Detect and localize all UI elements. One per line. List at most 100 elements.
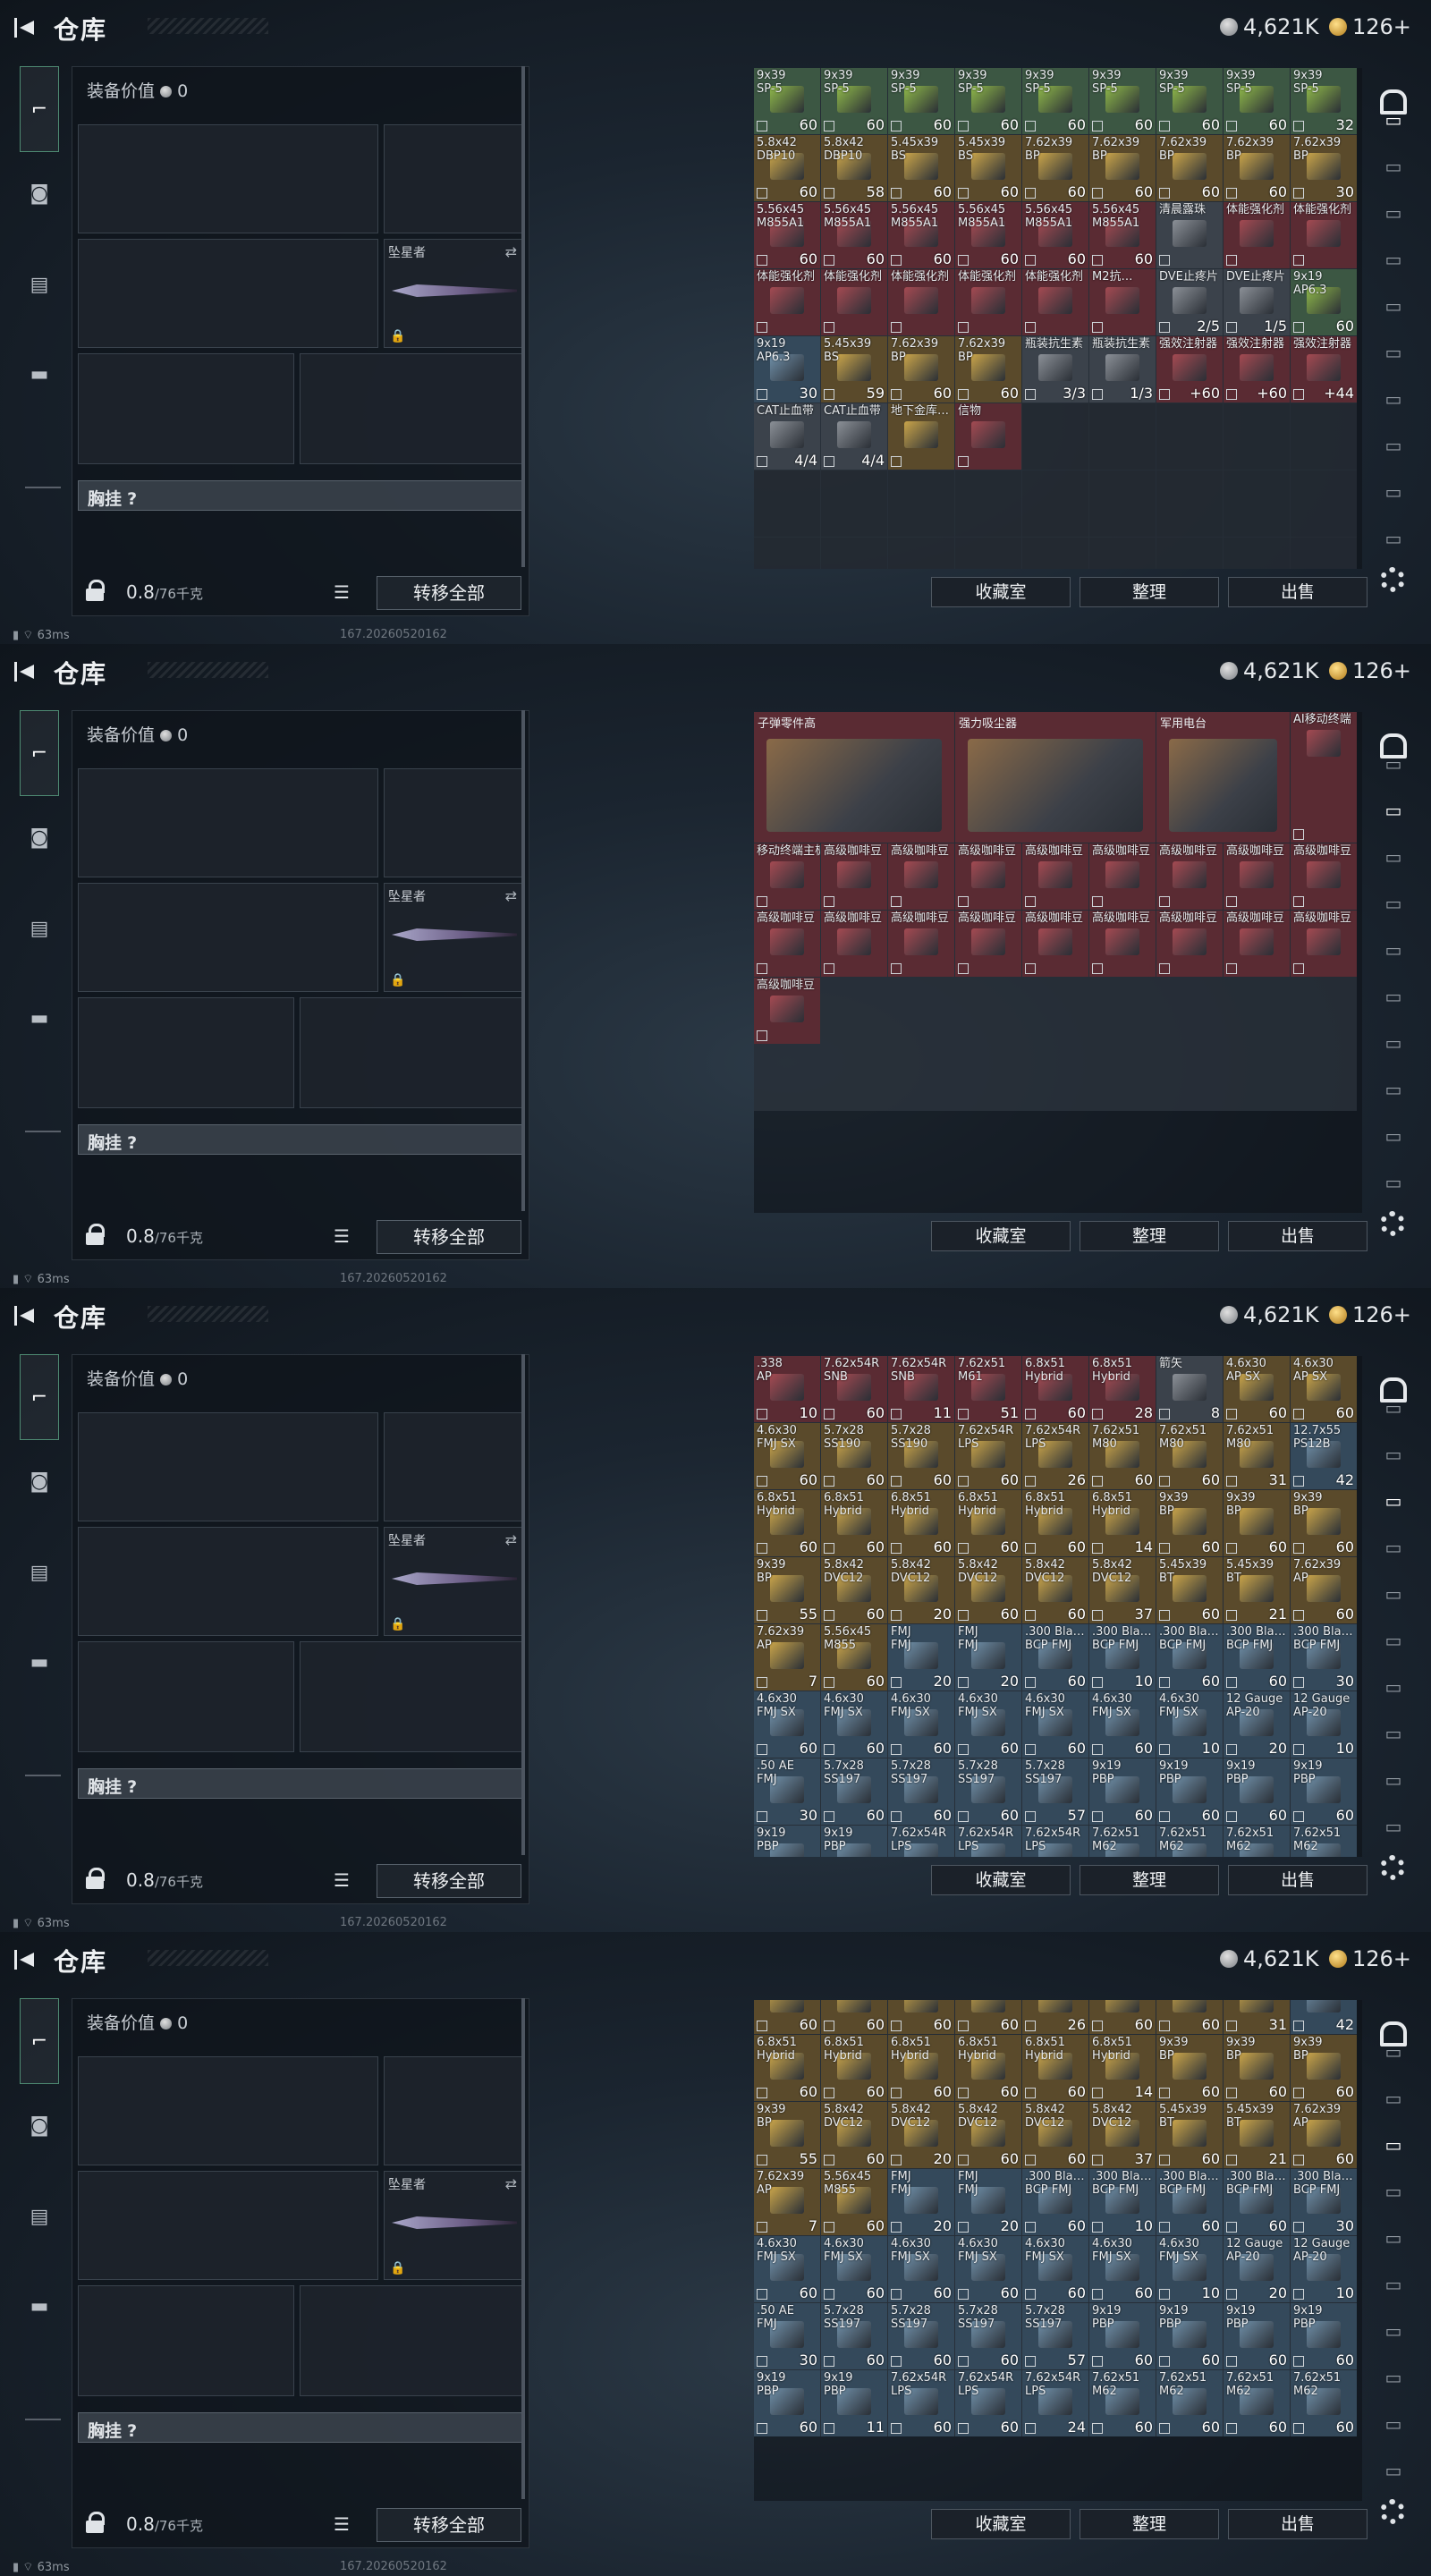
stash-item-cell[interactable]: 5.8x42 DVC12 37 xyxy=(1089,2102,1156,2168)
stash-item-cell[interactable]: 4.6x30 FMJ SX 10 xyxy=(1156,2236,1223,2302)
stash-item-cell[interactable]: 7.62x51 M62 xyxy=(1291,1826,1357,1857)
stash-item-cell[interactable]: 4.6x30 FMJ SX 60 xyxy=(754,2236,820,2302)
gold-balance[interactable]: 126+ xyxy=(1329,1946,1411,1971)
stash-item-cell[interactable]: 42 xyxy=(1291,2000,1357,2034)
stash-item-cell[interactable]: 7.62x39 BP 60 xyxy=(1156,135,1223,201)
stash-item-cell[interactable]: 9x39 BP 60 xyxy=(1224,2035,1290,2101)
stash-item-cell[interactable]: 强效注射器 +60 xyxy=(1224,336,1290,402)
stash-page-tab[interactable]: ▭ xyxy=(1374,1716,1413,1751)
stash-item-cell[interactable]: 7.62x39 AP 7 xyxy=(754,1624,820,1690)
empty-grid-cell[interactable] xyxy=(821,470,887,537)
stash-item-cell[interactable]: 4.6x30 FMJ SX 60 xyxy=(821,1691,887,1758)
stash-item-cell[interactable]: 9x19 PBP 60 xyxy=(1089,2303,1156,2369)
gold-balance[interactable]: 126+ xyxy=(1329,658,1411,683)
stash-item-cell[interactable]: 4.6x30 FMJ SX 60 xyxy=(1022,2236,1088,2302)
stash-item-cell[interactable]: 5.7x28 SS197 60 xyxy=(821,2303,887,2369)
stash-item-cell[interactable]: 6.8x51 Hybrid 60 xyxy=(888,1490,954,1556)
gear-icon[interactable] xyxy=(1380,567,1405,592)
stash-item-cell[interactable]: 7.62x54R LPS xyxy=(888,1826,954,1857)
empty-grid-cell[interactable] xyxy=(955,470,1021,537)
stash-item-cell[interactable]: .300 Bla… BCP FMJ 60 xyxy=(1022,2169,1088,2235)
collection-room-button[interactable]: 收藏室 xyxy=(931,2509,1071,2539)
stash-item-cell[interactable]: 瓶装抗生素 3/3 xyxy=(1022,336,1088,402)
stash-item-cell[interactable]: 9x39 SP-5 60 xyxy=(1224,68,1290,134)
stash-item-cell[interactable]: 5.45x39 BT 60 xyxy=(1156,2102,1223,2168)
primary-weapon-slot[interactable] xyxy=(78,1412,378,1521)
empty-grid-cell[interactable] xyxy=(754,538,820,569)
stash-item-cell[interactable]: 7.62x54R LPS 60 xyxy=(888,2370,954,2436)
melee-slot[interactable]: 坠星者 ⇄ 🔒 xyxy=(384,239,523,348)
stash-item-cell[interactable]: 12 Gauge AP-20 20 xyxy=(1224,2236,1290,2302)
stash-item-cell[interactable]: 9x39 SP-5 60 xyxy=(888,68,954,134)
stash-item-cell[interactable]: 箭矢 8 xyxy=(1156,1356,1223,1422)
stash-item-cell[interactable]: 移动终端主板 xyxy=(754,843,820,910)
stash-item-cell[interactable]: CAT止血带 4/4 xyxy=(754,403,820,470)
stash-item-cell[interactable]: 4.6x30 FMJ SX 60 xyxy=(888,2236,954,2302)
empty-grid-cell[interactable] xyxy=(1224,538,1290,569)
stash-item-cell[interactable]: 4.6x30 FMJ SX 60 xyxy=(1089,1691,1156,1758)
melee-slot[interactable]: 坠星者 ⇄ 🔒 xyxy=(384,2171,523,2280)
swap-icon[interactable]: ⇄ xyxy=(505,2175,517,2192)
stash-item-cell[interactable]: .50 AE FMJ 30 xyxy=(754,1758,820,1825)
stash-item-cell[interactable]: 6.8x51 Hybrid 60 xyxy=(754,1490,820,1556)
stash-item-cell[interactable]: 高级咖啡豆 xyxy=(754,911,820,977)
stash-item-cell[interactable]: 9x39 BP 60 xyxy=(1156,2035,1223,2101)
stash-item-cell[interactable]: 5.8x42 DVC12 60 xyxy=(1022,1557,1088,1623)
stash-item-cell[interactable]: 5.7x28 SS197 60 xyxy=(821,1758,887,1825)
tab-rig[interactable]: ▤ xyxy=(20,2197,59,2236)
sell-button[interactable]: 出售 xyxy=(1228,1865,1367,1895)
stash-item-cell[interactable]: 5.45x39 BT 21 xyxy=(1224,1557,1290,1623)
stash-page-tab[interactable]: ▭ xyxy=(1374,792,1413,828)
gold-balance[interactable]: 126+ xyxy=(1329,14,1411,39)
stash-item-cell[interactable]: 9x39 SP-5 60 xyxy=(1089,68,1156,134)
stash-item-cell[interactable]: 9x19 PBP 60 xyxy=(1291,1758,1357,1825)
sort-button[interactable]: 整理 xyxy=(1080,2509,1219,2539)
body-armor-slot[interactable] xyxy=(300,353,523,464)
tab-backpack[interactable]: ▬ xyxy=(20,2286,59,2326)
primary-weapon-slot[interactable] xyxy=(78,768,378,877)
helmet-slot[interactable] xyxy=(78,2285,294,2396)
safe-house-icon[interactable] xyxy=(1380,89,1407,114)
stash-item-cell[interactable]: 6.8x51 Hybrid 60 xyxy=(821,2035,887,2101)
stash-item-cell[interactable]: 7.62x51 M62 xyxy=(1224,1826,1290,1857)
stash-item-cell[interactable]: 5.7x28 SS190 60 xyxy=(888,1423,954,1489)
empty-grid-cell[interactable] xyxy=(1089,470,1156,537)
stash-item-cell[interactable]: 4.6x30 FMJ SX 60 xyxy=(888,1691,954,1758)
stash-item-cell[interactable]: 4.6x30 FMJ SX 60 xyxy=(754,1691,820,1758)
stash-item-cell[interactable]: 体能强化剂 xyxy=(754,269,820,335)
body-armor-slot[interactable] xyxy=(300,997,523,1108)
stash-item-cell[interactable]: .300 Bla… BCP FMJ 60 xyxy=(1224,2169,1290,2235)
body-armor-slot[interactable] xyxy=(300,1641,523,1752)
stash-item-cell[interactable]: M2抗… xyxy=(1089,269,1156,335)
stash-item-cell[interactable]: 6.8x51 Hybrid 60 xyxy=(955,2035,1021,2101)
stash-page-tab[interactable]: ▭ xyxy=(1374,1576,1413,1612)
stash-item-cell[interactable]: 9x39 BP 60 xyxy=(1224,1490,1290,1556)
stash-item-cell[interactable]: 4.6x30 FMJ SX 60 xyxy=(955,2236,1021,2302)
chest-rig-header[interactable]: 胸挂 ? xyxy=(78,1768,523,1799)
empty-grid-cell[interactable] xyxy=(955,538,1021,569)
stash-item-cell[interactable]: 6.8x51 Hybrid 28 xyxy=(1089,1356,1156,1422)
stash-item-cell[interactable]: 9x39 SP-5 60 xyxy=(1156,68,1223,134)
stash-page-tab[interactable]: ▭ xyxy=(1374,195,1413,231)
back-arrow-icon[interactable] xyxy=(14,14,41,41)
stash-item-cell[interactable]: 5.7x28 SS197 60 xyxy=(888,2303,954,2369)
empty-grid-cell[interactable] xyxy=(1156,538,1223,569)
stash-page-tab[interactable]: ▭ xyxy=(1374,521,1413,556)
stash-item-cell[interactable]: 5.56x45 M855 60 xyxy=(821,1624,887,1690)
swap-icon[interactable]: ⇄ xyxy=(505,1531,517,1548)
stash-item-cell[interactable]: 9x19 PBP 11 xyxy=(821,2370,887,2436)
back-arrow-icon[interactable] xyxy=(14,1302,41,1329)
stash-page-tab[interactable]: ▭ xyxy=(1374,1483,1413,1519)
stash-item-cell[interactable]: 60 xyxy=(821,2000,887,2034)
stash-item-cell[interactable]: 5.56x45 M855A1 60 xyxy=(754,202,820,268)
stash-item-cell[interactable]: 5.56x45 M855A1 60 xyxy=(1022,202,1088,268)
empty-grid-cell[interactable] xyxy=(1224,470,1290,537)
stash-item-cell[interactable]: 7.62x51 M62 60 xyxy=(1291,2370,1357,2436)
stash-item-cell[interactable]: 7.62x54R LPS 26 xyxy=(1022,1423,1088,1489)
stash-item-cell[interactable]: 12.7x55 PS12B 42 xyxy=(1291,1423,1357,1489)
stash-item-cell[interactable]: 7.62x51 M80 31 xyxy=(1224,1423,1290,1489)
empty-grid-cell[interactable] xyxy=(888,538,954,569)
stash-item-cell[interactable]: 9x39 SP-5 60 xyxy=(821,68,887,134)
stash-page-tab[interactable]: ▭ xyxy=(1374,335,1413,370)
stash-page-tab[interactable]: ▭ xyxy=(1374,979,1413,1014)
